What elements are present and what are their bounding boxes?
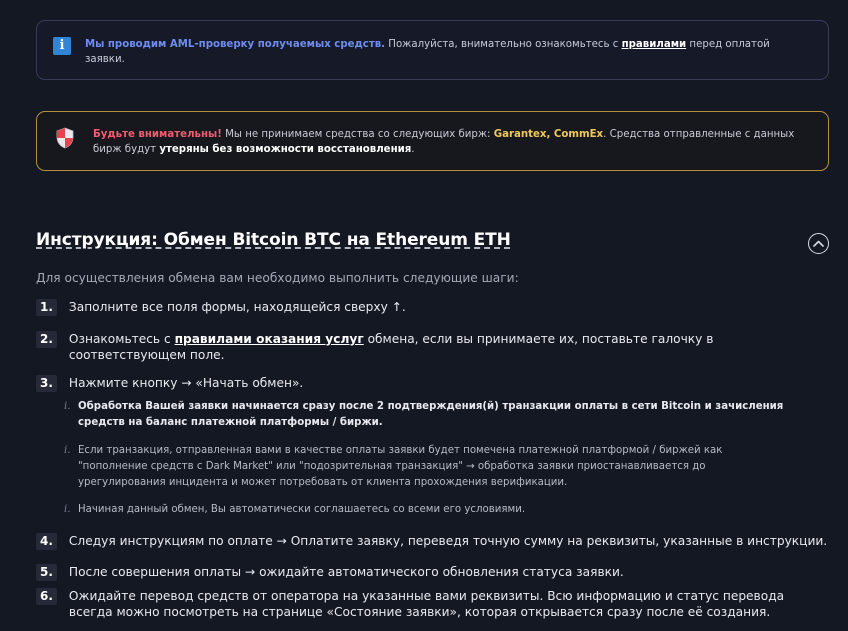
step-text: Заполните все поля формы, находящейся св…	[68, 300, 406, 314]
substep-mark: i.	[64, 401, 71, 412]
substep-text: Обработка Вашей заявки начинается сразу …	[78, 401, 784, 428]
step-text: Нажмите кнопку → «Начать обмен».	[68, 376, 304, 390]
substep-mark: i.	[64, 445, 71, 456]
aml-rules-link[interactable]: правилами	[622, 39, 687, 50]
step-3: 3. Нажмите кнопку → «Начать обмен».	[36, 375, 303, 392]
warning-body-3: .	[411, 144, 415, 155]
exchange-warning-notice: Будьте внимательны! Мы не принимаем сред…	[36, 111, 829, 171]
warning-body-1: Мы не принимаем средства со следующих би…	[221, 129, 494, 140]
aml-notice: i Мы проводим AML-проверку получаемых ср…	[36, 20, 829, 80]
instructions-intro: Для осуществления обмена вам необходимо …	[36, 271, 519, 285]
step-text: После совершения оплаты → ожидайте автом…	[68, 565, 624, 579]
shield-icon	[56, 127, 74, 149]
step-text-part: Ознакомьтесь с	[68, 332, 175, 346]
step-text: Ознакомьтесь с правилами оказания услуг …	[69, 331, 826, 363]
step-5: 5. После совершения оплаты → ожидайте ав…	[36, 564, 624, 581]
step-number: 3.	[36, 375, 57, 392]
info-icon: i	[53, 37, 71, 55]
chevron-up-icon	[813, 240, 824, 247]
step-4: 4. Следуя инструкциям по оплате → Оплати…	[36, 533, 827, 550]
aml-notice-highlight: Мы проводим AML-проверку получаемых сред…	[85, 39, 386, 50]
substep-text: Если транзакция, отправленная вами в кач…	[78, 445, 723, 488]
instructions-title[interactable]: Инструкция: Обмен Bitcoin BTC на Ethereu…	[36, 230, 511, 250]
step-2: 2. Ознакомьтесь с правилами оказания усл…	[36, 331, 826, 363]
step-number: 2.	[36, 331, 57, 348]
substep-suspicious: i. Если транзакция, отправленная вами в …	[64, 443, 764, 491]
warning-text: Будьте внимательны! Мы не принимаем сред…	[93, 127, 812, 157]
substep-text: Начиная данный обмен, Вы автоматически с…	[78, 504, 526, 515]
step-1: 1. Заполните все поля формы, находящейся…	[36, 299, 406, 316]
service-rules-link[interactable]: правилами оказания услуг	[175, 332, 364, 346]
warning-alert: Будьте внимательны!	[93, 129, 222, 140]
step-number: 4.	[36, 533, 57, 550]
aml-notice-body: Пожалуйста, внимательно ознакомьтесь с	[385, 39, 622, 50]
step-text: Следуя инструкциям по оплате → Оплатите …	[68, 534, 828, 548]
step-number: 1.	[36, 299, 57, 316]
collapse-button[interactable]	[808, 233, 829, 254]
substep-confirmations: i. Обработка Вашей заявки начинается сра…	[64, 399, 804, 431]
step-number: 5.	[36, 564, 57, 581]
step-text: Ожидайте перевод средств от оператора на…	[68, 589, 785, 619]
aml-notice-text: Мы проводим AML-проверку получаемых сред…	[85, 37, 812, 67]
substep-mark: i.	[64, 504, 71, 515]
blocked-exchanges: Garantex, CommEx	[493, 129, 604, 140]
substep-agreement: i. Начиная данный обмен, Вы автоматическ…	[64, 502, 764, 518]
warning-loss: утеряны без возможности восстановления	[159, 144, 412, 155]
step-6: 6. Ожидайте перевод средств от оператора…	[36, 588, 831, 620]
step-number: 6.	[36, 588, 57, 605]
